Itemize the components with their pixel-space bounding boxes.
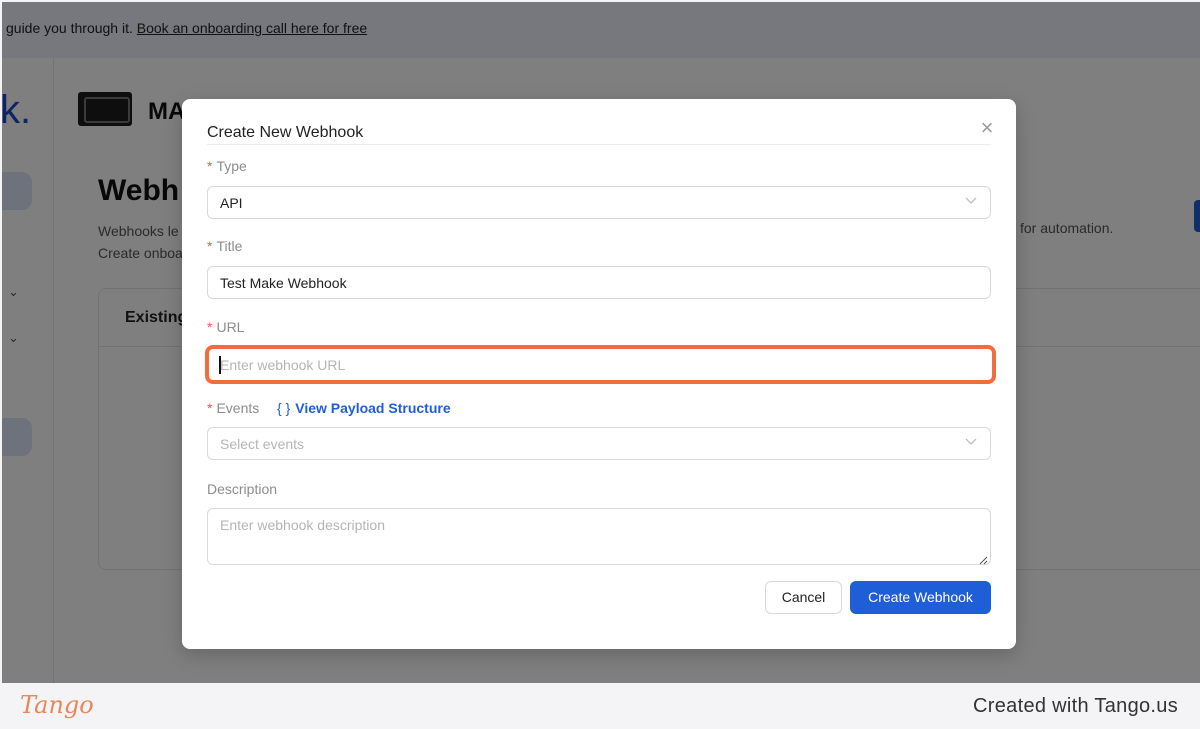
tango-logo: Tango — [20, 691, 94, 719]
required-mark: * — [207, 319, 213, 335]
type-value: API — [220, 195, 243, 211]
required-mark: * — [207, 400, 213, 416]
type-label: * Type — [207, 158, 247, 174]
chevron-down-icon — [964, 434, 978, 448]
view-payload-structure-link[interactable]: { } View Payload Structure — [277, 400, 451, 416]
events-select[interactable]: Select events — [207, 427, 991, 460]
create-webhook-modal: Create New Webhook × * Type API * Title Te… — [182, 99, 1016, 649]
tango-footer: Tango Created with Tango.us — [0, 683, 1200, 729]
title-value: Test Make Webhook — [220, 275, 347, 291]
description-placeholder: Enter webhook description — [220, 517, 385, 533]
cancel-button[interactable]: Cancel — [765, 581, 842, 614]
description-label: Description — [207, 481, 278, 497]
required-mark: * — [207, 158, 213, 174]
required-mark: * — [207, 238, 213, 254]
resize-handle-icon[interactable] — [978, 552, 988, 565]
description-textarea[interactable]: Enter webhook description — [207, 508, 991, 565]
chevron-down-icon — [964, 193, 978, 207]
title-label: * Title — [207, 238, 243, 254]
events-label: * Events — [207, 400, 260, 416]
modal-title: Create New Webhook — [207, 124, 364, 141]
create-webhook-button[interactable]: Create Webhook — [850, 581, 991, 614]
title-input[interactable]: Test Make Webhook — [207, 266, 991, 299]
url-input[interactable]: Enter webhook URL — [207, 348, 991, 381]
footer-credit: Created with Tango.us — [973, 695, 1178, 717]
url-label: * URL — [207, 319, 245, 335]
code-braces-icon: { } — [277, 400, 291, 416]
url-placeholder: Enter webhook URL — [220, 357, 346, 373]
divider — [207, 144, 991, 145]
close-icon[interactable]: × — [976, 117, 998, 139]
events-placeholder: Select events — [220, 436, 305, 452]
type-select[interactable]: API — [207, 186, 991, 219]
